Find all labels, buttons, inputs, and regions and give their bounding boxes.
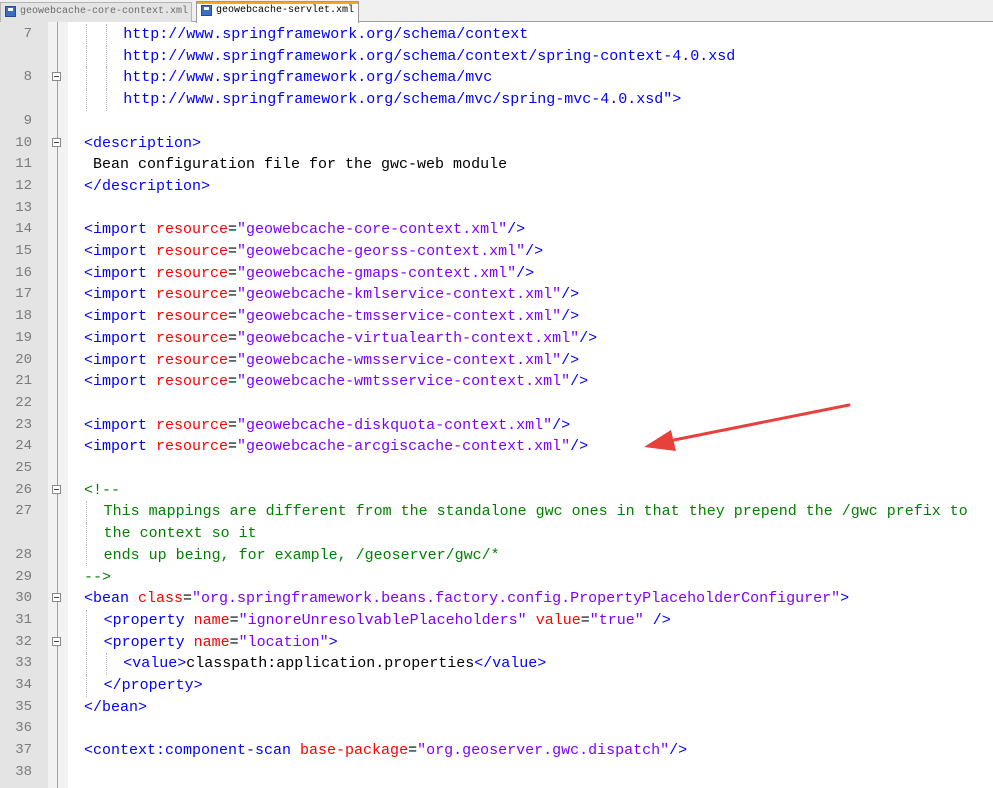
annotation-arrow-icon — [644, 403, 851, 451]
